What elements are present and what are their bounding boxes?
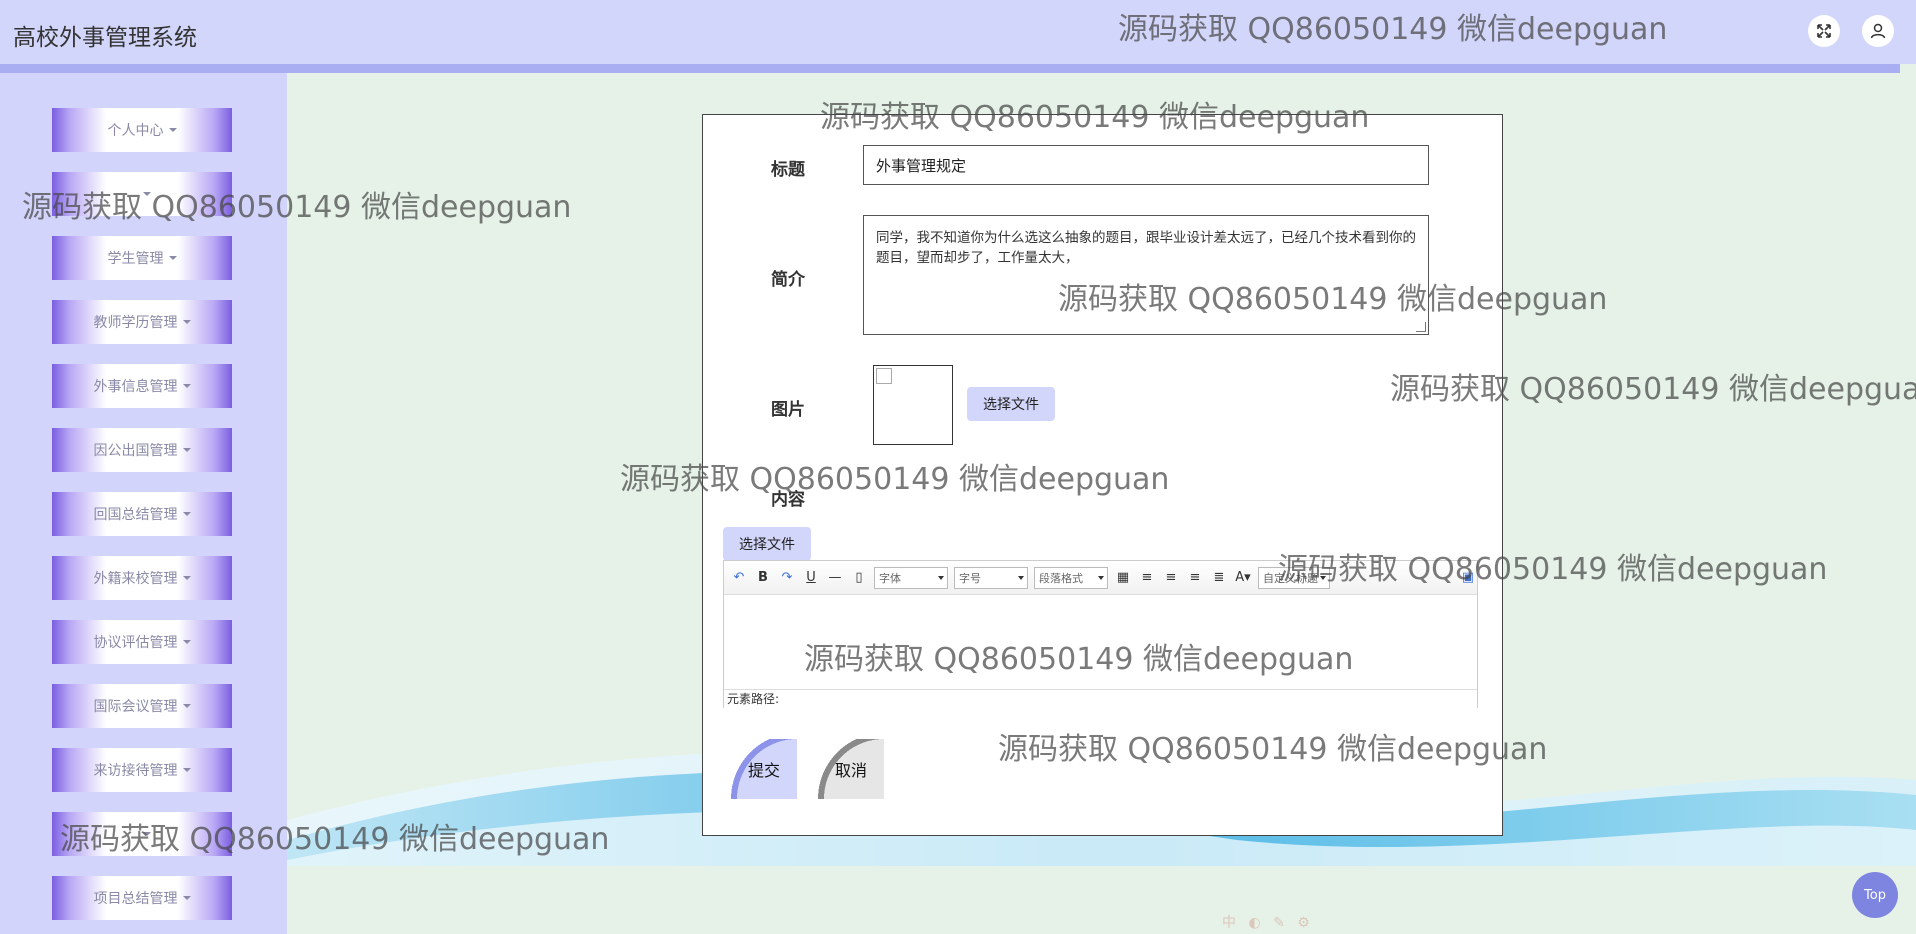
size-select[interactable]: 字号 [954,566,1028,589]
element-path: 元素路径: [724,689,1477,709]
sidebar-item-foreign-affairs[interactable]: 外事信息管理 [52,364,232,408]
resize-grip-icon[interactable] [1416,322,1426,332]
rich-text-editor: ↶ B ↷ U — ▯ 字体 字号 段落格式 ▦ ≡ ≡ ≡ ≣ A▾ 自定义标… [723,560,1478,709]
sidebar-item-teacher-degree[interactable]: 教师学历管理 [52,300,232,344]
caret-down-icon [182,896,191,900]
sidebar-item-label: 来访接待管理 [93,763,178,779]
caret-down-icon [168,128,177,132]
sidebar-item-label [133,826,137,842]
broken-image-icon [876,368,892,384]
intro-text: 同学，我不知道你为什么选这么抽象的题目，跟毕业设计差太远了，已经几个技术看到你的… [876,230,1416,266]
sidebar-item-official-abroad[interactable]: 因公出国管理 [52,428,232,472]
caret-down-icon [168,256,177,260]
sidebar-item-agreement-eval[interactable]: 协议评估管理 [52,620,232,664]
redo-icon[interactable]: ↷ [778,569,796,587]
caret-down-icon [182,512,191,516]
fullscreen-button[interactable] [1808,15,1840,47]
align-left-icon[interactable]: ≡ [1138,569,1156,587]
edit-dialog: 标题 外事管理规定 简介 同学，我不知道你为什么选这么抽象的题目，跟毕业设计差太… [702,114,1503,836]
sidebar-item-label: 回国总结管理 [93,507,178,523]
table-icon[interactable]: ▦ [1114,569,1132,587]
align-center-icon[interactable]: ≡ [1186,569,1204,587]
intro-textarea[interactable]: 同学，我不知道你为什么选这么抽象的题目，跟毕业设计差太远了，已经几个技术看到你的… [863,215,1429,335]
align-right-icon[interactable]: ≡ [1162,569,1180,587]
editor-toolbar: ↶ B ↷ U — ▯ 字体 字号 段落格式 ▦ ≡ ≡ ≡ ≣ A▾ 自定义标… [724,561,1477,595]
page-icon[interactable]: ▯ [850,569,868,587]
content-file-button[interactable]: 选择文件 [723,527,811,561]
sidebar-item-hidden-2[interactable] [52,812,232,856]
sidebar-item-return-summary[interactable]: 回国总结管理 [52,492,232,536]
content-label: 内容 [771,490,805,510]
sidebar-item-visitor-reception[interactable]: 来访接待管理 [52,748,232,792]
title-input[interactable]: 外事管理规定 [863,145,1429,185]
bold-icon[interactable]: B [754,569,772,587]
custom-title-select[interactable]: 自定义标题 [1258,566,1330,589]
title-label: 标题 [771,160,805,180]
image-preview [873,365,953,445]
user-icon [1870,23,1886,39]
caret-down-icon [182,640,191,644]
sidebar-item-intl-conference[interactable]: 国际会议管理 [52,684,232,728]
intro-label: 简介 [771,270,805,290]
caret-down-icon [182,320,191,324]
submit-button[interactable]: 提交 [731,739,797,799]
undo-icon[interactable]: ↶ [730,569,748,587]
sidebar-item-label: 外籍来校管理 [93,571,178,587]
caret-down-icon [142,832,151,836]
app-title: 高校外事管理系统 [13,25,197,51]
caret-down-icon [182,448,191,452]
fullscreen-editor-icon[interactable]: ▣ [1459,569,1477,587]
sidebar-item-label [133,186,137,202]
sidebar-item-label: 教师学历管理 [93,315,178,331]
footer-toolbar-icons: 中 ◐ ✎ ⚙ [1222,915,1314,931]
sidebar-item-personal-center[interactable]: 个人中心 [52,108,232,152]
font-select[interactable]: 字体 [874,566,948,589]
sidebar-item-label: 国际会议管理 [93,699,178,715]
horizontal-rule-icon[interactable]: — [826,569,844,587]
cancel-button[interactable]: 取消 [818,739,884,799]
sidebar-item-students[interactable]: 学生管理 [52,236,232,280]
sidebar-item-label: 项目总结管理 [93,891,178,907]
underline-icon[interactable]: U [802,569,820,587]
image-label: 图片 [771,400,805,420]
paragraph-select[interactable]: 段落格式 [1034,566,1108,589]
image-file-button[interactable]: 选择文件 [967,387,1055,421]
user-button[interactable] [1862,15,1894,47]
top-header: 高校外事管理系统 [0,0,1916,64]
sidebar-item-foreign-visitors[interactable]: 外籍来校管理 [52,556,232,600]
caret-down-icon [182,384,191,388]
caret-down-icon [182,576,191,580]
editor-body[interactable] [724,595,1477,689]
caret-down-icon [142,192,151,196]
sidebar: 个人中心 学生管理 教师学历管理 外事信息管理 因公出国管理 回国总结管理 外籍… [0,73,287,934]
sidebar-item-label: 协议评估管理 [93,635,178,651]
sidebar-item-label: 因公出国管理 [93,443,178,459]
caret-down-icon [182,768,191,772]
sidebar-item-label: 个人中心 [107,123,164,139]
sidebar-item-hidden-1[interactable] [52,172,232,216]
back-to-top-button[interactable]: Top [1852,872,1898,918]
align-justify-icon[interactable]: ≣ [1210,569,1228,587]
sidebar-item-project-summary[interactable]: 项目总结管理 [52,876,232,920]
sidebar-item-label: 外事信息管理 [93,379,178,395]
font-color-icon[interactable]: A▾ [1234,569,1252,587]
caret-down-icon [182,704,191,708]
sidebar-item-label: 学生管理 [107,251,164,267]
fullscreen-icon [1817,24,1831,38]
header-divider [0,64,1900,73]
